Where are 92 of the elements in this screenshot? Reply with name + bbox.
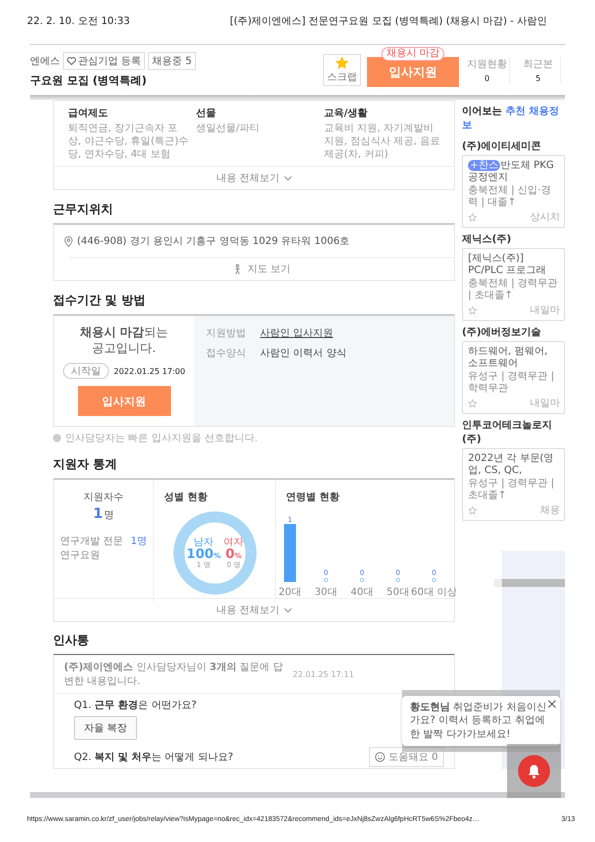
notification-button[interactable] [518, 755, 550, 787]
section-heading: 근무지위치 [53, 201, 114, 218]
scrollbar[interactable] [494, 579, 565, 587]
axis-label: 30대 [314, 587, 338, 598]
job-meta: 유성구 | 경력무관 | 초대졸↑ [468, 478, 556, 502]
benefit-text: 생일선물/파티 [196, 122, 260, 135]
favorite-company-button[interactable]: 관심기업 등록 [63, 52, 146, 70]
bar [284, 524, 296, 582]
gender-label: 여자 [224, 538, 244, 548]
star-icon [468, 306, 477, 314]
deadline-text: 내일마 [530, 397, 560, 410]
deadline-notice: 채용시 마감되는 공고입니다. [78, 324, 170, 356]
helpful-button[interactable]: 도움돼요 0 [369, 747, 444, 768]
question-text: Q2. 복지 및 처우는 어떻게 되나요? [74, 751, 234, 764]
start-date-label: 시작일 [62, 363, 109, 380]
smiley-icon [375, 752, 386, 762]
category-label: 연구개발 전문연구요원 [60, 535, 124, 562]
deadline-text: 채용 [540, 504, 560, 517]
question-text: Q1. 근무 환경은 어떤가요? [74, 699, 197, 712]
chart-title: 연령별 현황 [286, 491, 340, 504]
axis-label: 50대 [386, 587, 410, 598]
job-title: +찬스 반도체 PKG공정엔지 [468, 160, 555, 184]
company-name: 제닉스(주) [462, 233, 512, 246]
job-card[interactable]: [제닉스(주)] PC/PLC 프로그래 충북전체 | 경력무관 | 초대졸↑ 내일마 [462, 248, 565, 321]
stat-label: 최근본 [523, 58, 553, 71]
job-title: 구요원 모집 (병역특례) [30, 73, 148, 88]
chevron-down-icon [284, 176, 292, 180]
scrap-button[interactable]: 스크랩 [323, 54, 361, 86]
zero-marker [324, 578, 328, 582]
chevron-down-icon [284, 608, 292, 613]
print-date: 22. 2. 10. 오전 10:33 [27, 15, 130, 28]
heart-icon [67, 57, 76, 65]
zero-marker [360, 578, 364, 582]
company-name: (주)에버정보기술 [462, 326, 542, 339]
job-meta: 유성구 | 경력무관 | 학력무관 [468, 371, 556, 395]
company-name: 엔에스 [30, 55, 60, 68]
job-meta: 충북전체 | 경력무관 | 초대졸↑ [468, 278, 559, 302]
job-title: 2022년 각 부문(영업, CS, QC, [468, 453, 555, 477]
benefit-text: 교육비 지원, 자기계발비 지원, 점심식사 제공, 음료제공(차, 커피) [324, 122, 441, 161]
star-icon [468, 506, 477, 514]
job-card[interactable]: 하드웨어, 펌웨어, 소프트웨어 유성구 | 경력무관 | 학력무관 내일마 [462, 341, 565, 414]
star-icon [335, 56, 349, 70]
company-name: 인투코어테크놀로지(주) [462, 419, 553, 446]
gender-label: 남자 [194, 538, 214, 548]
chart-title: 성별 현황 [164, 491, 208, 504]
benefit-heading: 선물 [196, 107, 217, 120]
axis-label: 40대 [350, 587, 374, 598]
job-card[interactable]: +찬스 반도체 PKG공정엔지 충북전체 | 신입·경력 | 대졸↑ 상시치 [462, 155, 565, 228]
axis-label: 20대 [278, 587, 302, 598]
category-count: 1명 [130, 535, 147, 548]
deadline-text: 상시치 [530, 211, 560, 224]
zero-marker [396, 578, 400, 582]
stat-value: 5 [535, 74, 541, 83]
applicant-count: 1 [93, 506, 103, 522]
answer-chip: 자율 복장 [74, 716, 138, 740]
bell-icon [527, 764, 541, 778]
sidebar-heading: 이어보는 추천 채용정보 [462, 105, 560, 132]
job-title: [제닉스(주)] PC/PLC 프로그래 [468, 253, 548, 277]
benefit-text: 퇴직연금, 장기근속자 포상, 야근수당, 휴일(특근)수당, 연차수당, 4대 보험 [68, 122, 190, 161]
note-text: 인사담당자는 빠른 입사지원을 선호합니다. [65, 432, 258, 446]
star-icon [468, 398, 477, 408]
company-name: (주)에이티세미콘 [462, 140, 542, 153]
hiring-count-button[interactable]: 채용중 5 [148, 52, 196, 70]
zero-marker [432, 578, 436, 582]
page-title: [(주)제이엔에스] 전문연구요원 모집 (병역특례) (채용시 마감) - 사람인 [230, 15, 547, 28]
address-text: (446-908) 경기 용인시 기흥구 영덕동 1029 유타워 1006호 [77, 235, 350, 248]
close-icon[interactable] [547, 698, 557, 709]
benefit-heading: 급여제도 [68, 107, 109, 120]
star-icon [468, 212, 477, 222]
method-label: 지원방법 [206, 327, 246, 340]
answer-date: 22.01.25 17:11 [292, 670, 354, 679]
deadline-text: 내일마 [530, 304, 560, 317]
method-value: 사람인 이력서 양식 [260, 347, 346, 360]
answer-summary: (주)제이엔에스 인사담당자님이 3개의 질문에 답변한 내용입니다. [64, 661, 284, 688]
popup-message: 황도현님 취업준비가 처음이신가요? 이력서 등록하고 취업에 한 발짝 다가가보세요! [410, 700, 548, 742]
job-title: 하드웨어, 펌웨어, 소프트웨어 [468, 346, 549, 370]
stat-label: 지원현황 [467, 58, 507, 71]
info-icon [53, 434, 61, 442]
stat-value: 0 [484, 74, 490, 83]
apply-method-link[interactable]: 사람인 입사지원 [260, 326, 334, 340]
section-heading: 지원자 통계 [53, 456, 118, 474]
benefit-heading: 교육/생활 [324, 107, 369, 120]
job-meta: 충북전체 | 신입·경력 | 대졸↑ [468, 185, 552, 209]
section-heading: 접수기간 및 방법 [53, 292, 146, 309]
section-heading: 인사통 [53, 632, 90, 650]
method-label: 접수양식 [206, 347, 246, 360]
job-card[interactable]: 2022년 각 부문(영업, CS, QC, 유성구 | 경력무관 | 초대졸↑ 채용 [462, 448, 565, 521]
deadline-tag: 채용시 마감 [381, 47, 445, 61]
start-date: 2022.01.25 17:00 [114, 366, 186, 376]
location-pin-icon [64, 236, 73, 246]
count-unit: 명 [104, 509, 114, 522]
applicant-count-label: 지원자수 [84, 491, 124, 504]
